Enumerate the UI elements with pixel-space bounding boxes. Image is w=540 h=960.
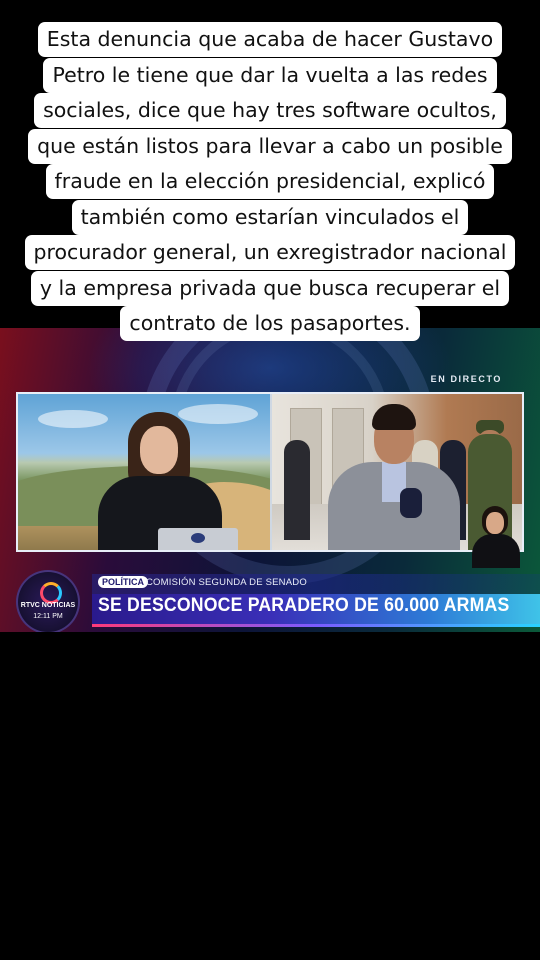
- caption-line-8: y la empresa privada que busca recuperar…: [30, 270, 510, 306]
- field-reporter: [324, 404, 464, 550]
- caption-line-3: sociales, dice que hay tres software ocu…: [34, 93, 506, 128]
- channel-name: RTVC NOTICIAS: [20, 602, 76, 609]
- caption-line-2: Petro le tiene que dar la vuelta a las r…: [43, 57, 497, 93]
- rtvc-swirl-icon: [40, 582, 62, 604]
- anchor-face: [140, 426, 178, 474]
- lower-third-accent-line: [92, 624, 540, 627]
- caption-line-9: contrato de los pasaportes.: [120, 306, 420, 341]
- laptop-logo-icon: [191, 533, 205, 543]
- reporter-hair: [372, 404, 416, 430]
- caption-line-5: fraude en la elección presidencial, expl…: [45, 164, 495, 199]
- microphone-icon: [400, 488, 422, 518]
- interpreter-body: [472, 534, 520, 568]
- split-screen-panels: [16, 392, 524, 552]
- laptop: [158, 528, 238, 550]
- channel-time: 12:11 PM: [33, 613, 63, 620]
- live-label: EN DIRECTO: [430, 374, 502, 384]
- sign-language-interpreter: [472, 506, 520, 568]
- interpreter-face: [486, 512, 504, 534]
- news-broadcast-frame[interactable]: EN DIRECTO POLÍTICA COMISIÓN SEGUNDA DE …: [0, 328, 540, 632]
- background-person: [284, 440, 310, 540]
- headline: SE DESCONOCE PARADERO DE 60.000 ARMAS: [98, 595, 510, 616]
- studio-anchor-panel: [18, 394, 270, 550]
- channel-logo: RTVC NOTICIAS 12:11 PM: [16, 570, 80, 632]
- caption-line-1: Esta denuncia que acaba de hacer Gustavo: [37, 22, 503, 57]
- lower-third: POLÍTICA COMISIÓN SEGUNDA DE SENADO SE D…: [0, 568, 540, 632]
- caption-line-6: también como estarían vinculados el: [71, 199, 469, 235]
- section-subtitle: COMISIÓN SEGUNDA DE SENADO: [146, 577, 307, 588]
- caption-overlay: Esta denuncia que acaba de hacer Gustavo…: [0, 22, 540, 342]
- caption-line-7: procurador general, un exregistrador nac…: [24, 235, 516, 270]
- section-badge: POLÍTICA: [98, 576, 148, 588]
- caption-line-4: que están listos para llevar a cabo un p…: [28, 128, 512, 164]
